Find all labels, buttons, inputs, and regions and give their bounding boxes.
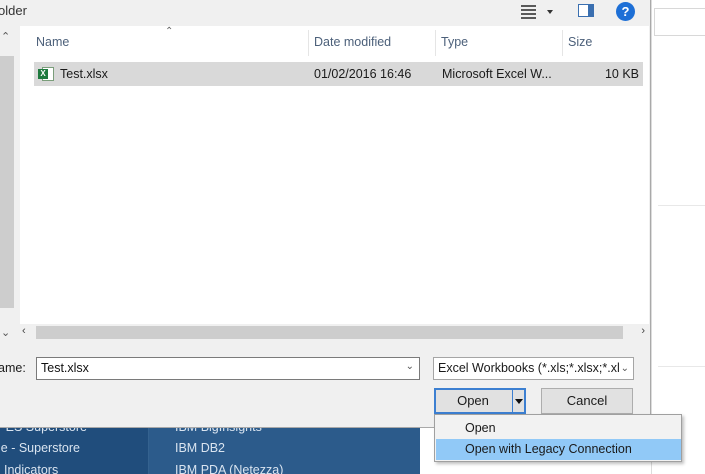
column-header: ⌃ Name Date modified Type Size — [20, 26, 649, 58]
column-type[interactable]: Type — [435, 26, 562, 58]
scrollbar-thumb[interactable] — [0, 56, 14, 308]
menu-item-open[interactable]: Open — [436, 418, 681, 439]
horizontal-scrollbar[interactable]: ‹ › — [20, 324, 649, 342]
chevron-down-icon — [547, 10, 553, 14]
background-connector[interactable]: IBM PDA (Netezza) — [175, 463, 283, 474]
file-type-filter[interactable]: Excel Workbooks (*.xls;*.xlsx;*.xl ⌄ — [433, 357, 634, 380]
navigation-scrollbar[interactable]: ⌃ ⌄ — [0, 26, 14, 342]
file-row[interactable]: X Test.xlsx 01/02/2016 16:46 Microsoft E… — [34, 62, 643, 86]
file-size: 10 KB — [604, 67, 639, 81]
help-icon[interactable]: ? — [616, 2, 635, 21]
open-options-menu: Open Open with Legacy Connection — [434, 414, 682, 462]
dialog-title: older — [0, 3, 27, 18]
background-saved-source[interactable]: Indicators — [4, 463, 58, 474]
open-dropdown-arrow-icon[interactable] — [512, 390, 524, 412]
filename-input[interactable] — [37, 358, 397, 378]
scroll-down-icon[interactable]: ⌄ — [1, 326, 10, 339]
excel-icon: X — [38, 66, 54, 82]
open-button[interactable]: Open — [436, 390, 510, 412]
background-app-panel — [651, 0, 705, 474]
cancel-button[interactable]: Cancel — [541, 388, 633, 414]
column-name[interactable]: Name — [30, 26, 308, 58]
open-file-dialog: older ? ⌃ ⌄ ⌃ Name Date modified Type Si… — [0, 0, 651, 428]
background-connector[interactable]: IBM DB2 — [175, 441, 225, 455]
background-divider — [658, 366, 705, 367]
preview-pane-icon[interactable] — [578, 4, 594, 17]
background-connections-panel: - ES Superstore le - Superstore Indicato… — [0, 420, 420, 474]
filename-field[interactable]: ⌄ — [36, 357, 420, 380]
file-type-filter-value: Excel Workbooks (*.xls;*.xlsx;*.xl — [438, 361, 620, 375]
column-date-modified[interactable]: Date modified — [308, 26, 435, 58]
file-type: Microsoft Excel W... — [442, 67, 552, 81]
background-saved-source[interactable]: le - Superstore — [0, 441, 80, 455]
scroll-right-icon[interactable]: › — [641, 325, 645, 337]
filename-label: ame: — [0, 361, 26, 375]
menu-item-open-with-legacy-connection[interactable]: Open with Legacy Connection — [436, 439, 681, 460]
column-size[interactable]: Size — [562, 26, 642, 58]
file-date: 01/02/2016 16:46 — [314, 67, 412, 81]
chevron-down-icon[interactable]: ⌄ — [406, 361, 414, 372]
file-name: Test.xlsx — [60, 67, 108, 81]
change-view-button[interactable] — [521, 4, 555, 20]
chevron-down-icon[interactable]: ⌄ — [618, 358, 629, 379]
open-split-button[interactable]: Open — [434, 388, 526, 414]
scrollbar-thumb[interactable] — [36, 326, 623, 339]
background-divider — [658, 205, 705, 206]
scroll-left-icon[interactable]: ‹ — [22, 325, 26, 337]
background-column-divider — [148, 426, 149, 474]
file-list: ⌃ Name Date modified Type Size X Test.xl… — [20, 26, 649, 342]
background-field — [654, 8, 705, 36]
scroll-up-icon[interactable]: ⌃ — [1, 30, 10, 43]
